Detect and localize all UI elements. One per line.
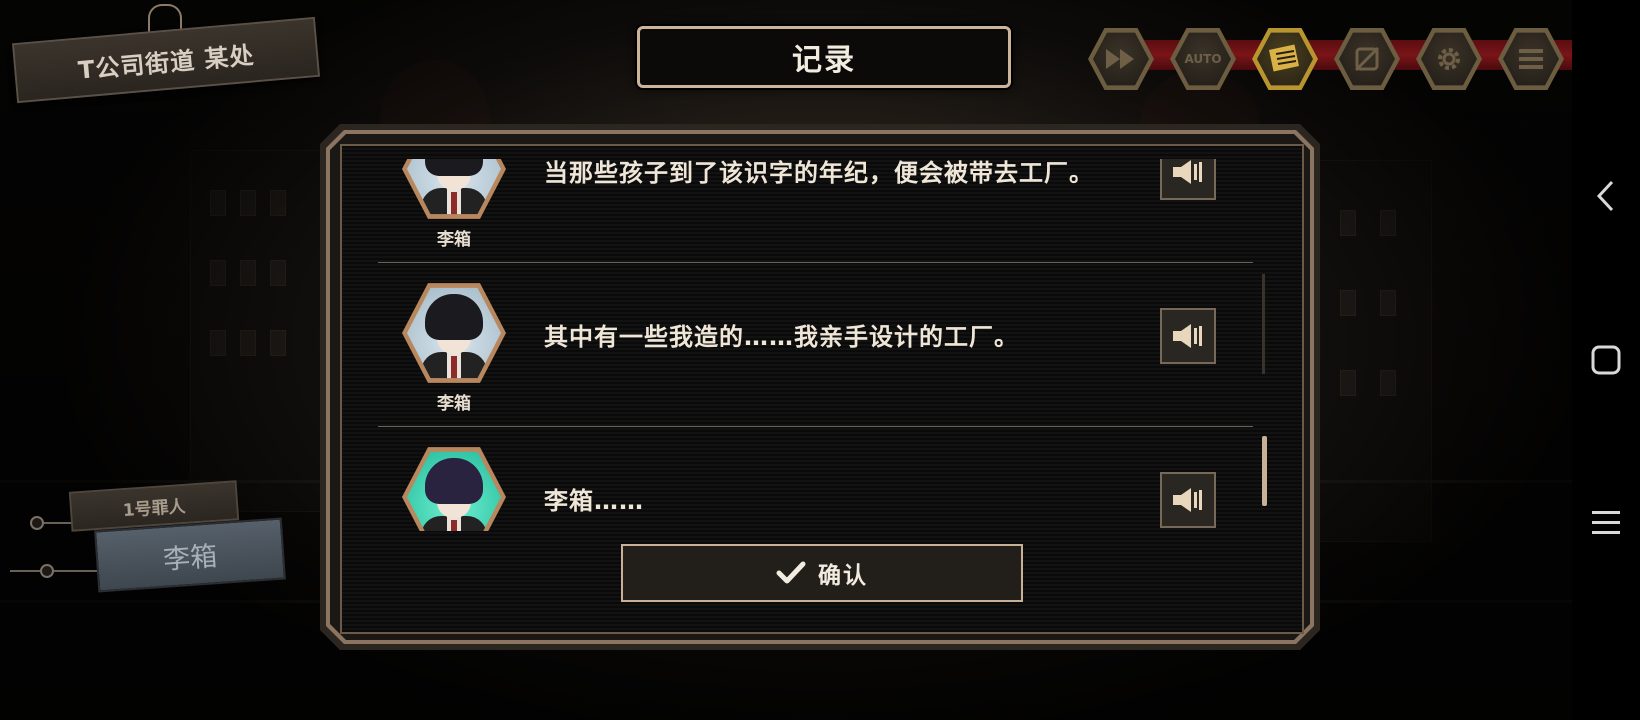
back-icon [1596, 180, 1614, 212]
gear-icon [1438, 48, 1460, 70]
menu-lines-icon [1592, 511, 1620, 534]
hide-ui-icon [1354, 46, 1380, 72]
log-list[interactable]: 李箱 当那些孩子到了该识字的年纪，便会被带去工厂。 李箱 其中有一些我造的……我… [378, 159, 1258, 531]
speaker-name-tag: 李箱 [94, 517, 286, 593]
page-title: 记录 [792, 43, 856, 78]
voice-replay-button[interactable] [1160, 472, 1216, 528]
menu-icon [1519, 49, 1543, 69]
sinner-number-label: 1号罪人 [122, 496, 187, 521]
voice-replay-button[interactable] [1160, 159, 1216, 200]
log-entry: 李箱 其中有一些我造的……我亲手设计的工厂。 [378, 263, 1253, 427]
speaker-portrait [402, 447, 506, 531]
confirm-label: 确认 [818, 563, 868, 589]
log-entry: 李箱 当那些孩子到了该识字的年纪，便会被带去工厂。 [378, 159, 1253, 263]
checkmark-icon [776, 561, 806, 584]
dialogue-text: 李箱…… [544, 487, 644, 515]
plaque-hanger [148, 4, 182, 32]
menu-nav-button[interactable] [1582, 498, 1630, 546]
speaker-name-label: 李箱 [162, 540, 219, 576]
speaker-icon [1173, 160, 1202, 184]
log-entry: 李箱…… [378, 427, 1253, 531]
dialogue-text: 当那些孩子到了该识字的年纪，便会被带去工厂。 [544, 159, 1094, 187]
tag-knob [30, 516, 44, 530]
speaker-portrait [402, 159, 506, 219]
speaker-portrait [402, 283, 506, 383]
voice-replay-button[interactable] [1160, 308, 1216, 364]
log-icon [1268, 44, 1300, 72]
system-nav-bar [1572, 0, 1640, 720]
scrollbar-thumb[interactable] [1262, 436, 1267, 506]
dialogue-text: 其中有一些我造的……我亲手设计的工厂。 [544, 323, 1019, 351]
recents-icon [1591, 345, 1621, 375]
log-title-bar: 记录 [637, 26, 1011, 88]
tag-knob [40, 564, 54, 578]
speaker-name: 李箱 [437, 230, 471, 250]
scrollbar-track[interactable] [1262, 274, 1265, 374]
tag-connector [10, 570, 100, 572]
auto-icon: AUTO [1184, 52, 1222, 66]
recents-button[interactable] [1582, 336, 1630, 384]
location-label: T公司街道 某处 [76, 40, 256, 85]
fast-forward-icon [1106, 49, 1134, 69]
speaker-icon [1173, 488, 1202, 512]
speaker-icon [1173, 324, 1202, 348]
confirm-button[interactable]: 确认 [621, 544, 1023, 602]
back-button[interactable] [1582, 172, 1630, 220]
speaker-name: 李箱 [437, 394, 471, 414]
